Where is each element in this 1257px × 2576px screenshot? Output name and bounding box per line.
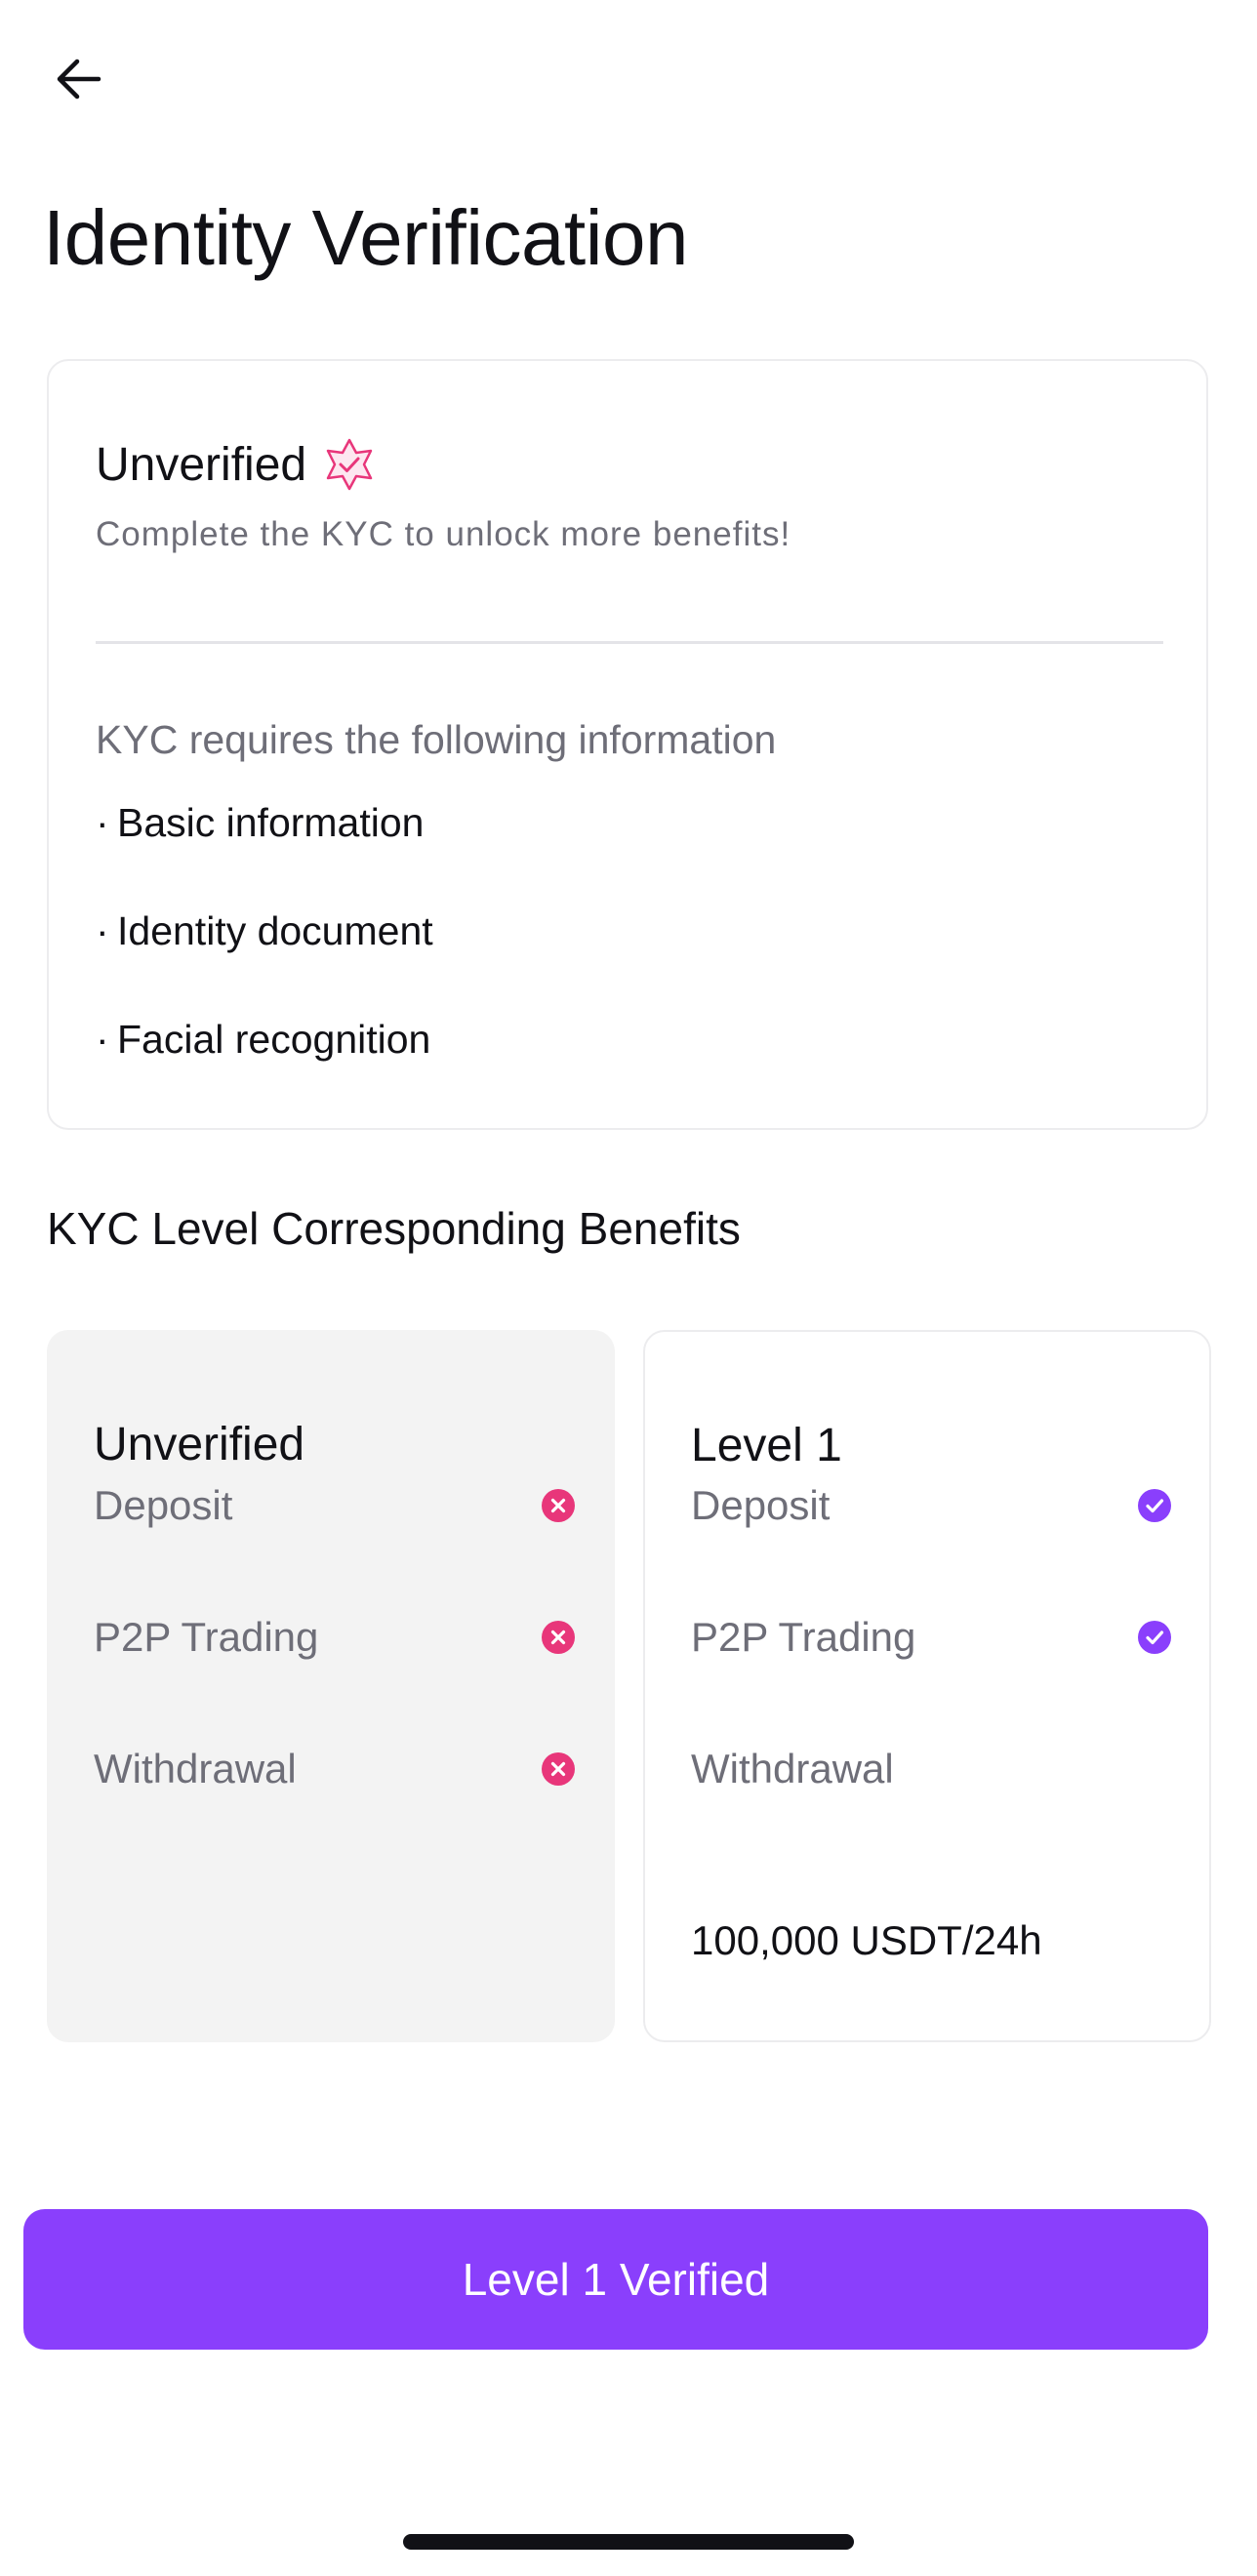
- x-circle-icon: [541, 1488, 576, 1523]
- requirements-intro: KYC requires the following information: [96, 717, 777, 762]
- list-item: · Basic information: [96, 798, 433, 906]
- check-circle-icon: [1137, 1620, 1172, 1655]
- x-circle-icon: [541, 1751, 576, 1787]
- benefit-row-deposit: Deposit: [691, 1476, 1172, 1535]
- benefit-label: Withdrawal: [94, 1746, 297, 1791]
- requirements-list: · Basic information · Identity document · F…: [96, 798, 433, 1123]
- status-row: Unverified: [96, 437, 377, 492]
- benefit-label: Deposit: [94, 1482, 233, 1528]
- divider: [96, 641, 1163, 644]
- status-description: Complete the KYC to unlock more benefits…: [96, 515, 791, 553]
- bullet: ·: [96, 1017, 109, 1062]
- requirement-label: Facial recognition: [117, 1017, 431, 1062]
- bullet: ·: [96, 800, 109, 845]
- kyc-status-card: Unverified Complete the KYC to unlock mo…: [47, 359, 1208, 1130]
- identity-verification-screen: Identity Verification Unverified Complet…: [0, 0, 1257, 2576]
- arrow-left-icon: [52, 52, 106, 111]
- benefit-row-p2p-trading: P2P Trading: [691, 1608, 1172, 1667]
- benefit-label: Deposit: [691, 1482, 831, 1528]
- benefit-row-deposit: Deposit: [94, 1476, 576, 1535]
- withdrawal-limit: 100,000 USDT/24h: [691, 1917, 1042, 1963]
- home-indicator[interactable]: [403, 2534, 854, 2550]
- page-title: Identity Verification: [43, 194, 688, 281]
- level-card-level-1: Level 1 Deposit P2P Trading Withdrawal 1…: [643, 1330, 1211, 2042]
- benefit-row-p2p-trading: P2P Trading: [94, 1608, 576, 1667]
- check-circle-icon: [1137, 1488, 1172, 1523]
- level-name: Level 1: [691, 1420, 842, 1471]
- x-circle-icon: [541, 1620, 576, 1655]
- requirement-label: Identity document: [117, 908, 433, 953]
- benefit-label: Withdrawal: [691, 1746, 894, 1791]
- bullet: ·: [96, 908, 109, 953]
- star-check-badge-icon: [322, 437, 377, 492]
- benefit-row-withdrawal: Withdrawal: [94, 1740, 576, 1798]
- status-title: Unverified: [96, 438, 307, 491]
- benefit-row-withdrawal: Withdrawal: [691, 1740, 1172, 1798]
- requirement-label: Basic information: [117, 800, 425, 845]
- benefit-label: P2P Trading: [691, 1614, 916, 1660]
- list-item: · Identity document: [96, 906, 433, 1015]
- benefits-title: KYC Level Corresponding Benefits: [47, 1203, 741, 1254]
- benefit-label: P2P Trading: [94, 1614, 319, 1660]
- list-item: · Facial recognition: [96, 1015, 433, 1123]
- level-1-verified-button[interactable]: Level 1 Verified: [23, 2209, 1208, 2350]
- level-card-unverified: Unverified Deposit P2P Trading Withdrawa…: [47, 1330, 615, 2042]
- back-button[interactable]: [47, 49, 111, 113]
- level-name: Unverified: [94, 1419, 305, 1470]
